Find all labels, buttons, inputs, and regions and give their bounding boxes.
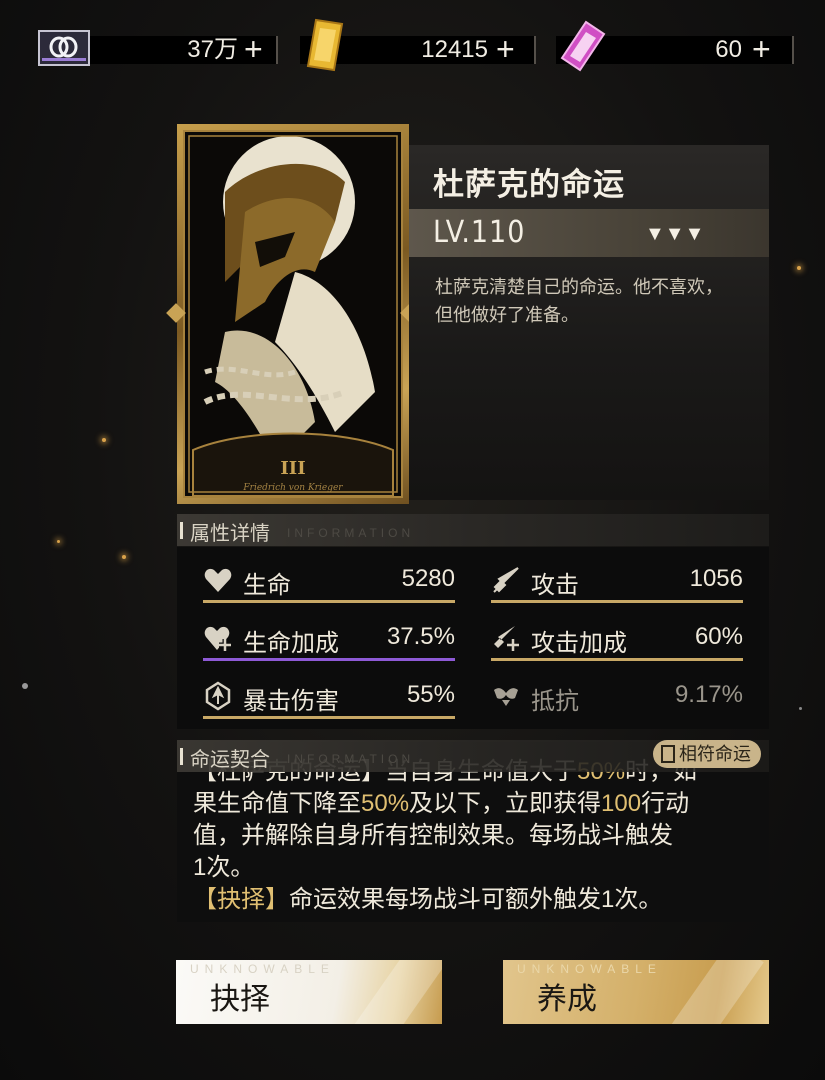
- fate-title: 杜萨克的命运: [433, 167, 625, 202]
- fate-description: 杜萨克清楚自己的命运。他不喜欢，但他做好了准备。: [435, 277, 723, 325]
- ember-particle: [57, 540, 60, 543]
- stat-name: 攻击加成: [531, 630, 627, 657]
- fate-header-label: 命运契合: [190, 749, 270, 771]
- ember-particle: [22, 683, 28, 689]
- add-gold-button[interactable]: +: [496, 33, 515, 65]
- currency-gold: 12415 +: [300, 18, 536, 72]
- fate-card-image[interactable]: III Friedrich von Krieger: [166, 124, 420, 504]
- matching-fate-button[interactable]: 相符命运: [653, 740, 761, 768]
- resist-icon: [494, 688, 518, 706]
- ember-particle: [122, 555, 126, 559]
- card-numeral: III: [280, 458, 305, 479]
- stat-hp-bonus: 生命加成 37.5%: [203, 617, 455, 661]
- stat-name: 生命加成: [243, 630, 339, 657]
- stat-value: 37.5%: [386, 623, 455, 650]
- stat-value: 5280: [401, 565, 455, 592]
- fate-effect-text: 【杜萨克的命运】当自身生命值大于50%时，如 果生命值下降至50%及以下，立即获…: [193, 758, 697, 913]
- stat-name: 抵抗: [531, 688, 579, 715]
- crit-damage-icon: [205, 681, 231, 711]
- stats-panel: 生命 5280 攻击 1056 生命加成 37.5% 攻击加成 60% 暴击伤害…: [177, 547, 769, 729]
- gold-amount: 12415: [421, 36, 488, 63]
- stat-name: 生命: [243, 572, 291, 599]
- level-bar: LV.110 ▼▼▼: [409, 209, 769, 257]
- card-icon: [661, 745, 675, 763]
- stat-value: 9.17%: [674, 681, 743, 708]
- matching-fate-label: 相符命运: [679, 744, 751, 764]
- currency-ticket: 60 +: [556, 20, 794, 72]
- add-ticket-button[interactable]: +: [752, 33, 771, 65]
- coin-amount: 37万: [187, 36, 238, 63]
- attributes-header-en: INFORMATION: [287, 526, 415, 540]
- sword-icon: [493, 567, 519, 593]
- sword-plus-icon: [494, 626, 519, 651]
- attributes-header-label: 属性详情: [190, 523, 270, 545]
- stat-value: 55%: [406, 681, 455, 708]
- stat-value: 1056: [689, 565, 743, 592]
- ember-particle: [799, 707, 802, 710]
- attributes-section-header: 属性详情 INFORMATION: [177, 514, 769, 546]
- rank-stars: ▼▼▼: [645, 223, 705, 245]
- level-text: LV.110: [433, 215, 526, 250]
- stat-resist: 抵抗 9.17%: [491, 675, 743, 719]
- stat-atk-bonus: 攻击加成 60%: [491, 617, 743, 661]
- stat-name: 攻击: [531, 572, 579, 599]
- pink-ticket-icon: [556, 18, 608, 74]
- add-coin-button[interactable]: +: [244, 33, 263, 65]
- choose-button-label: 抉择: [210, 983, 270, 1016]
- heart-icon: [204, 568, 232, 592]
- choose-button[interactable]: UNKNOWABLE 抉择: [176, 960, 442, 1024]
- fate-info-panel: 杜萨克的命运 LV.110 ▼▼▼ 杜萨克清楚自己的命运。他不喜欢，但他做好了准…: [409, 145, 769, 500]
- currency-coin: 37万 +: [38, 30, 278, 66]
- ember-particle: [797, 266, 801, 270]
- dragon-skull-illustration: III Friedrich von Krieger: [185, 132, 401, 496]
- stat-atk: 攻击 1056: [491, 559, 743, 603]
- cultivate-button-label: 养成: [537, 983, 597, 1016]
- ticket-amount: 60: [715, 36, 742, 63]
- cultivate-button[interactable]: UNKNOWABLE 养成: [503, 960, 769, 1024]
- ember-particle: [102, 438, 106, 442]
- fate-header-en: INFORMATION: [287, 752, 415, 766]
- stat-crit-damage: 暴击伤害 55%: [203, 675, 455, 719]
- heart-plus-icon: [204, 626, 231, 651]
- stat-value: 60%: [694, 623, 743, 650]
- fate-section-header: 命运契合 INFORMATION 相符命运: [177, 740, 769, 772]
- ring-coin-icon: [38, 30, 90, 66]
- gold-bar-icon: [302, 16, 348, 74]
- stat-hp: 生命 5280: [203, 559, 455, 603]
- stat-name: 暴击伤害: [243, 688, 339, 715]
